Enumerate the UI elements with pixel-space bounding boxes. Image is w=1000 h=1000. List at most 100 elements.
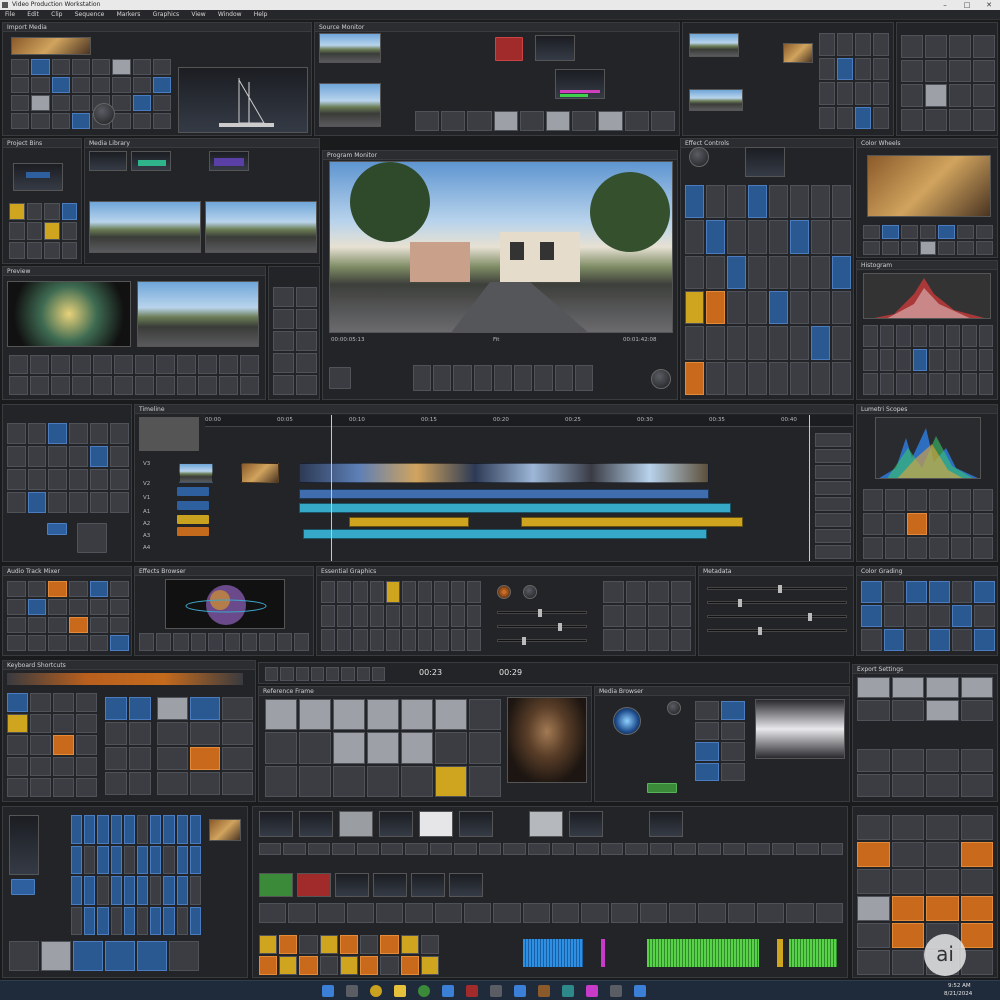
taskbar-time[interactable]: 9:52 AM [948, 983, 971, 989]
effect-button[interactable] [139, 633, 155, 651]
param-button[interactable] [706, 290, 725, 325]
color-button[interactable] [919, 241, 937, 255]
graphics-button[interactable] [648, 605, 669, 627]
grid-button[interactable] [152, 59, 171, 75]
ref-button[interactable] [333, 732, 365, 764]
meter-cell[interactable] [176, 815, 188, 844]
edit-button[interactable] [639, 903, 668, 923]
edit-button[interactable] [376, 903, 404, 923]
grading-button[interactable] [906, 629, 927, 651]
hist-button[interactable] [929, 349, 944, 371]
media-icon[interactable] [466, 985, 478, 997]
grid-button[interactable] [51, 59, 70, 75]
color-button[interactable] [938, 225, 956, 239]
tool-button[interactable] [624, 111, 649, 131]
tl-tool[interactable] [7, 446, 26, 467]
grid-button[interactable] [51, 95, 70, 111]
house-preview[interactable] [867, 155, 991, 217]
edit-button[interactable] [317, 903, 345, 923]
meter-cell[interactable] [150, 876, 162, 905]
source-thumbnail[interactable] [319, 83, 381, 127]
mixer-button[interactable] [7, 581, 26, 597]
launcher-icon[interactable] [137, 941, 167, 971]
color-button[interactable] [957, 225, 975, 239]
strip-button[interactable] [332, 843, 355, 855]
param-button[interactable] [769, 290, 788, 325]
param-button[interactable] [748, 290, 767, 325]
preset[interactable] [960, 842, 993, 867]
tl-tool[interactable] [7, 492, 26, 513]
transport-button[interactable] [534, 365, 553, 391]
app-icon[interactable] [538, 985, 550, 997]
tool-button[interactable] [949, 59, 971, 82]
grid-button[interactable] [92, 59, 111, 75]
graphics-button[interactable] [466, 605, 481, 627]
key[interactable] [53, 756, 74, 776]
param-button[interactable] [832, 220, 851, 254]
param-button[interactable] [727, 185, 746, 219]
meta-slider[interactable] [707, 613, 847, 621]
grading-button[interactable] [883, 629, 905, 651]
color-button[interactable] [863, 241, 880, 255]
param-button[interactable] [685, 185, 704, 219]
bin-button[interactable] [837, 106, 853, 129]
preview-button[interactable] [177, 376, 196, 395]
tool-button[interactable] [901, 84, 923, 107]
bin-button[interactable] [819, 82, 835, 105]
graphics-button[interactable] [434, 581, 449, 603]
browser-preview[interactable] [755, 699, 845, 759]
close-button[interactable]: ✕ [978, 0, 1000, 10]
bin-thumbnail[interactable] [783, 43, 813, 63]
preview-button[interactable] [240, 355, 259, 374]
transport-button[interactable] [413, 365, 432, 391]
hist-button[interactable] [879, 349, 894, 371]
edit-button[interactable] [551, 903, 580, 923]
tool-button[interactable] [973, 59, 995, 82]
hist-button[interactable] [929, 325, 944, 347]
tool-button[interactable] [925, 35, 947, 58]
preview-button[interactable] [135, 355, 154, 374]
tool-button[interactable] [949, 35, 971, 58]
tl-tool[interactable] [7, 423, 26, 444]
hist-button[interactable] [945, 349, 960, 371]
grid-button[interactable] [132, 59, 151, 75]
menu-help[interactable]: Help [249, 10, 273, 20]
tool-button[interactable] [925, 59, 947, 82]
preview-button[interactable] [114, 376, 133, 395]
clip-thumbnail[interactable] [11, 37, 91, 55]
side-tool[interactable] [296, 375, 317, 395]
key[interactable] [30, 756, 51, 776]
clip-thumb[interactable] [335, 873, 369, 897]
tool-button[interactable] [901, 59, 923, 82]
key[interactable] [53, 714, 74, 734]
tool-button[interactable] [973, 108, 995, 131]
effect-button[interactable] [173, 633, 189, 651]
grid-button[interactable] [31, 95, 50, 111]
hist-button[interactable] [945, 325, 960, 347]
tool-button[interactable] [572, 111, 597, 131]
param-button[interactable] [685, 290, 704, 325]
slider-handle[interactable] [808, 613, 812, 621]
video-clip-sequence[interactable] [299, 463, 709, 483]
bin-button[interactable] [873, 33, 889, 56]
meter-cell[interactable] [150, 906, 162, 935]
graphics-button[interactable] [321, 629, 336, 651]
export-button[interactable] [960, 700, 993, 721]
hist-button[interactable] [912, 325, 927, 347]
track-option[interactable] [815, 529, 851, 543]
strip-button[interactable] [356, 843, 380, 855]
param-button[interactable] [811, 220, 830, 254]
graphics-button[interactable] [385, 629, 400, 651]
ref-button[interactable] [435, 699, 467, 731]
transport-button[interactable] [280, 667, 294, 681]
meter-cell[interactable] [110, 845, 122, 874]
color-button[interactable] [863, 225, 880, 239]
mixer-button[interactable] [27, 617, 47, 633]
launcher-icon[interactable] [105, 941, 135, 971]
browser-button[interactable] [721, 742, 745, 761]
swatch[interactable] [420, 956, 439, 975]
preview-button[interactable] [198, 376, 217, 395]
transport-button[interactable] [310, 667, 324, 681]
video-clip[interactable] [241, 463, 279, 483]
ref-button[interactable] [333, 699, 365, 731]
